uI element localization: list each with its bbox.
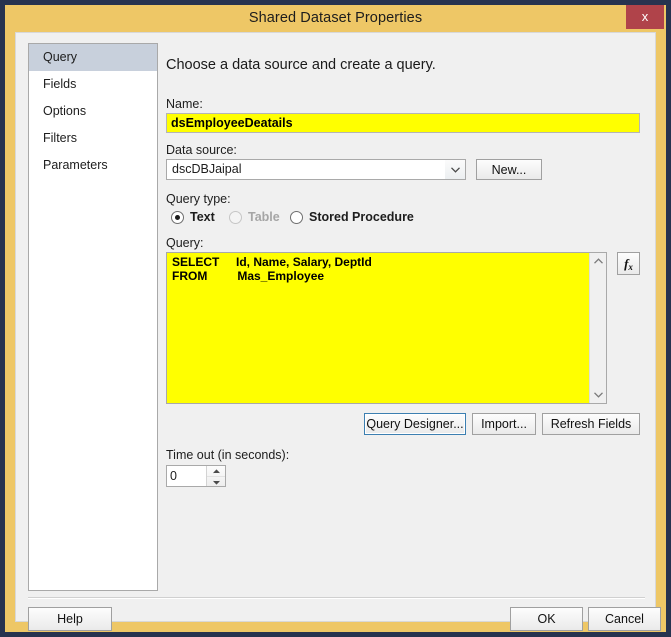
data-source-label: Data source: bbox=[166, 143, 237, 157]
main-panel: Choose a data source and create a query.… bbox=[164, 43, 645, 591]
timeout-spinner-buttons[interactable] bbox=[206, 466, 225, 486]
sidebar-item-parameters[interactable]: Parameters bbox=[29, 152, 157, 179]
timeout-label: Time out (in seconds): bbox=[166, 448, 290, 462]
sidebar-nav-list[interactable]: Query Fields Options Filters Parameters bbox=[28, 43, 158, 591]
dialog-body: Query Fields Options Filters Parameters … bbox=[15, 32, 661, 631]
refresh-fields-button[interactable]: Refresh Fields bbox=[542, 413, 640, 435]
spinner-up-icon[interactable] bbox=[207, 466, 225, 476]
help-button[interactable]: Help bbox=[28, 607, 112, 631]
sidebar-item-query[interactable]: Query bbox=[29, 44, 157, 71]
sidebar-item-filters[interactable]: Filters bbox=[29, 125, 157, 152]
page-title: Choose a data source and create a query. bbox=[166, 57, 436, 73]
expression-fx-button[interactable]: fx bbox=[617, 252, 640, 275]
query-designer-button[interactable]: Query Designer... bbox=[364, 413, 466, 435]
query-scrollbar[interactable] bbox=[589, 253, 606, 403]
radio-selected-icon bbox=[171, 210, 184, 224]
query-text-content: SELECT Id, Name, Salary, DeptId FROM Mas… bbox=[172, 255, 372, 283]
dialog-window: Shared Dataset Properties x Query Fields… bbox=[0, 0, 671, 637]
timeout-stepper[interactable] bbox=[166, 465, 226, 487]
title-bar: Shared Dataset Properties x bbox=[5, 5, 666, 31]
radio-query-type-stored-procedure[interactable]: Stored Procedure bbox=[290, 210, 414, 224]
cancel-button[interactable]: Cancel bbox=[588, 607, 661, 631]
import-button[interactable]: Import... bbox=[472, 413, 536, 435]
timeout-input[interactable] bbox=[167, 466, 207, 486]
query-type-radio-group: Text Table Stored Procedure bbox=[166, 210, 636, 228]
ok-button[interactable]: OK bbox=[510, 607, 583, 631]
radio-label-table: Table bbox=[248, 210, 280, 224]
data-source-select-wrap: dscDBJaipal bbox=[166, 159, 466, 180]
name-label: Name: bbox=[166, 97, 203, 111]
spinner-down-icon[interactable] bbox=[207, 477, 225, 487]
radio-unselected-icon bbox=[290, 210, 303, 224]
query-label: Query: bbox=[166, 236, 204, 250]
footer-divider bbox=[28, 597, 645, 599]
fx-icon: fx bbox=[624, 255, 633, 272]
scroll-up-icon[interactable] bbox=[590, 253, 606, 269]
sidebar-item-options[interactable]: Options bbox=[29, 98, 157, 125]
query-type-label: Query type: bbox=[166, 192, 231, 206]
radio-label-stored-procedure: Stored Procedure bbox=[309, 210, 414, 224]
sidebar-item-fields[interactable]: Fields bbox=[29, 71, 157, 98]
new-data-source-button[interactable]: New... bbox=[476, 159, 542, 180]
window-title: Shared Dataset Properties bbox=[248, 10, 423, 26]
radio-disabled-icon bbox=[229, 210, 242, 224]
query-textarea[interactable]: SELECT Id, Name, Salary, DeptId FROM Mas… bbox=[166, 252, 607, 404]
radio-query-type-table: Table bbox=[229, 210, 280, 224]
data-source-select[interactable]: dscDBJaipal bbox=[166, 159, 466, 180]
scroll-down-icon[interactable] bbox=[590, 387, 606, 403]
radio-label-text: Text bbox=[190, 210, 215, 224]
radio-query-type-text[interactable]: Text bbox=[171, 210, 215, 224]
close-icon[interactable]: x bbox=[626, 5, 664, 29]
name-input[interactable] bbox=[166, 113, 640, 133]
